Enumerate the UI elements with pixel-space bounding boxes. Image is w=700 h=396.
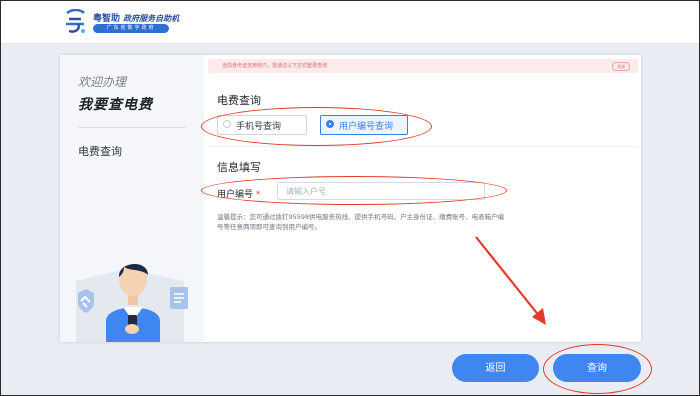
sidebar: 欢迎办理 我要查电费 电费查询 [60, 55, 204, 342]
radio-label-phone: 手机号查询 [236, 122, 282, 132]
service-illustration [76, 263, 188, 342]
info-section-title: 信息填写 [217, 161, 261, 174]
sidebar-title: 我要查电费 [78, 97, 153, 113]
radio-circle-selected [326, 120, 334, 128]
brand-name: 粤智助 [93, 14, 121, 24]
radio-label-user-id: 用户编号查询 [339, 122, 394, 132]
user-id-label: 用户编号 * [217, 187, 260, 200]
radio-option-user-id[interactable]: 用户编号查询 [320, 115, 408, 135]
hint-text: 温馨提示：您可通过拨打95598供电服务热线、提供手机号码、户主身份证、缴费账号… [217, 213, 505, 231]
yue-logo-icon [66, 9, 85, 33]
notice-close-button[interactable]: 关闭 [612, 62, 630, 71]
brand-title: 粤智助 政府服务自助机 [93, 11, 179, 24]
radio-circle [223, 120, 231, 128]
section-divider [208, 146, 638, 147]
radio-option-phone[interactable]: 手机号查询 [217, 115, 307, 135]
notice-bar: 当前身份证无用电户，需通过以下方式登录查询 关闭 [208, 59, 638, 73]
user-id-label-text: 用户编号 [217, 190, 254, 200]
sidebar-welcome: 欢迎办理 [78, 75, 127, 89]
back-button[interactable]: 返回 [452, 354, 539, 382]
query-section-title: 电费查询 [217, 94, 261, 107]
required-mark: * [255, 190, 261, 200]
brand-pill: 广东省数字政府 [93, 24, 169, 33]
submit-query-button[interactable]: 查询 [553, 354, 641, 382]
notice-text: 当前身份证无用电户，需通过以下方式登录查询 [222, 63, 328, 69]
sidebar-divider [78, 127, 186, 128]
brand-subtitle: 政府服务自助机 [123, 14, 180, 23]
sidebar-item-bill-query[interactable]: 电费查询 [78, 143, 122, 159]
user-id-input[interactable] [277, 182, 485, 200]
top-header: 粤智助 政府服务自助机 广东省数字政府 [1, 1, 699, 44]
main-card: 欢迎办理 我要查电费 电费查询 当前身份证无用电户，需通过以下方式登录查询 关闭… [60, 55, 641, 342]
